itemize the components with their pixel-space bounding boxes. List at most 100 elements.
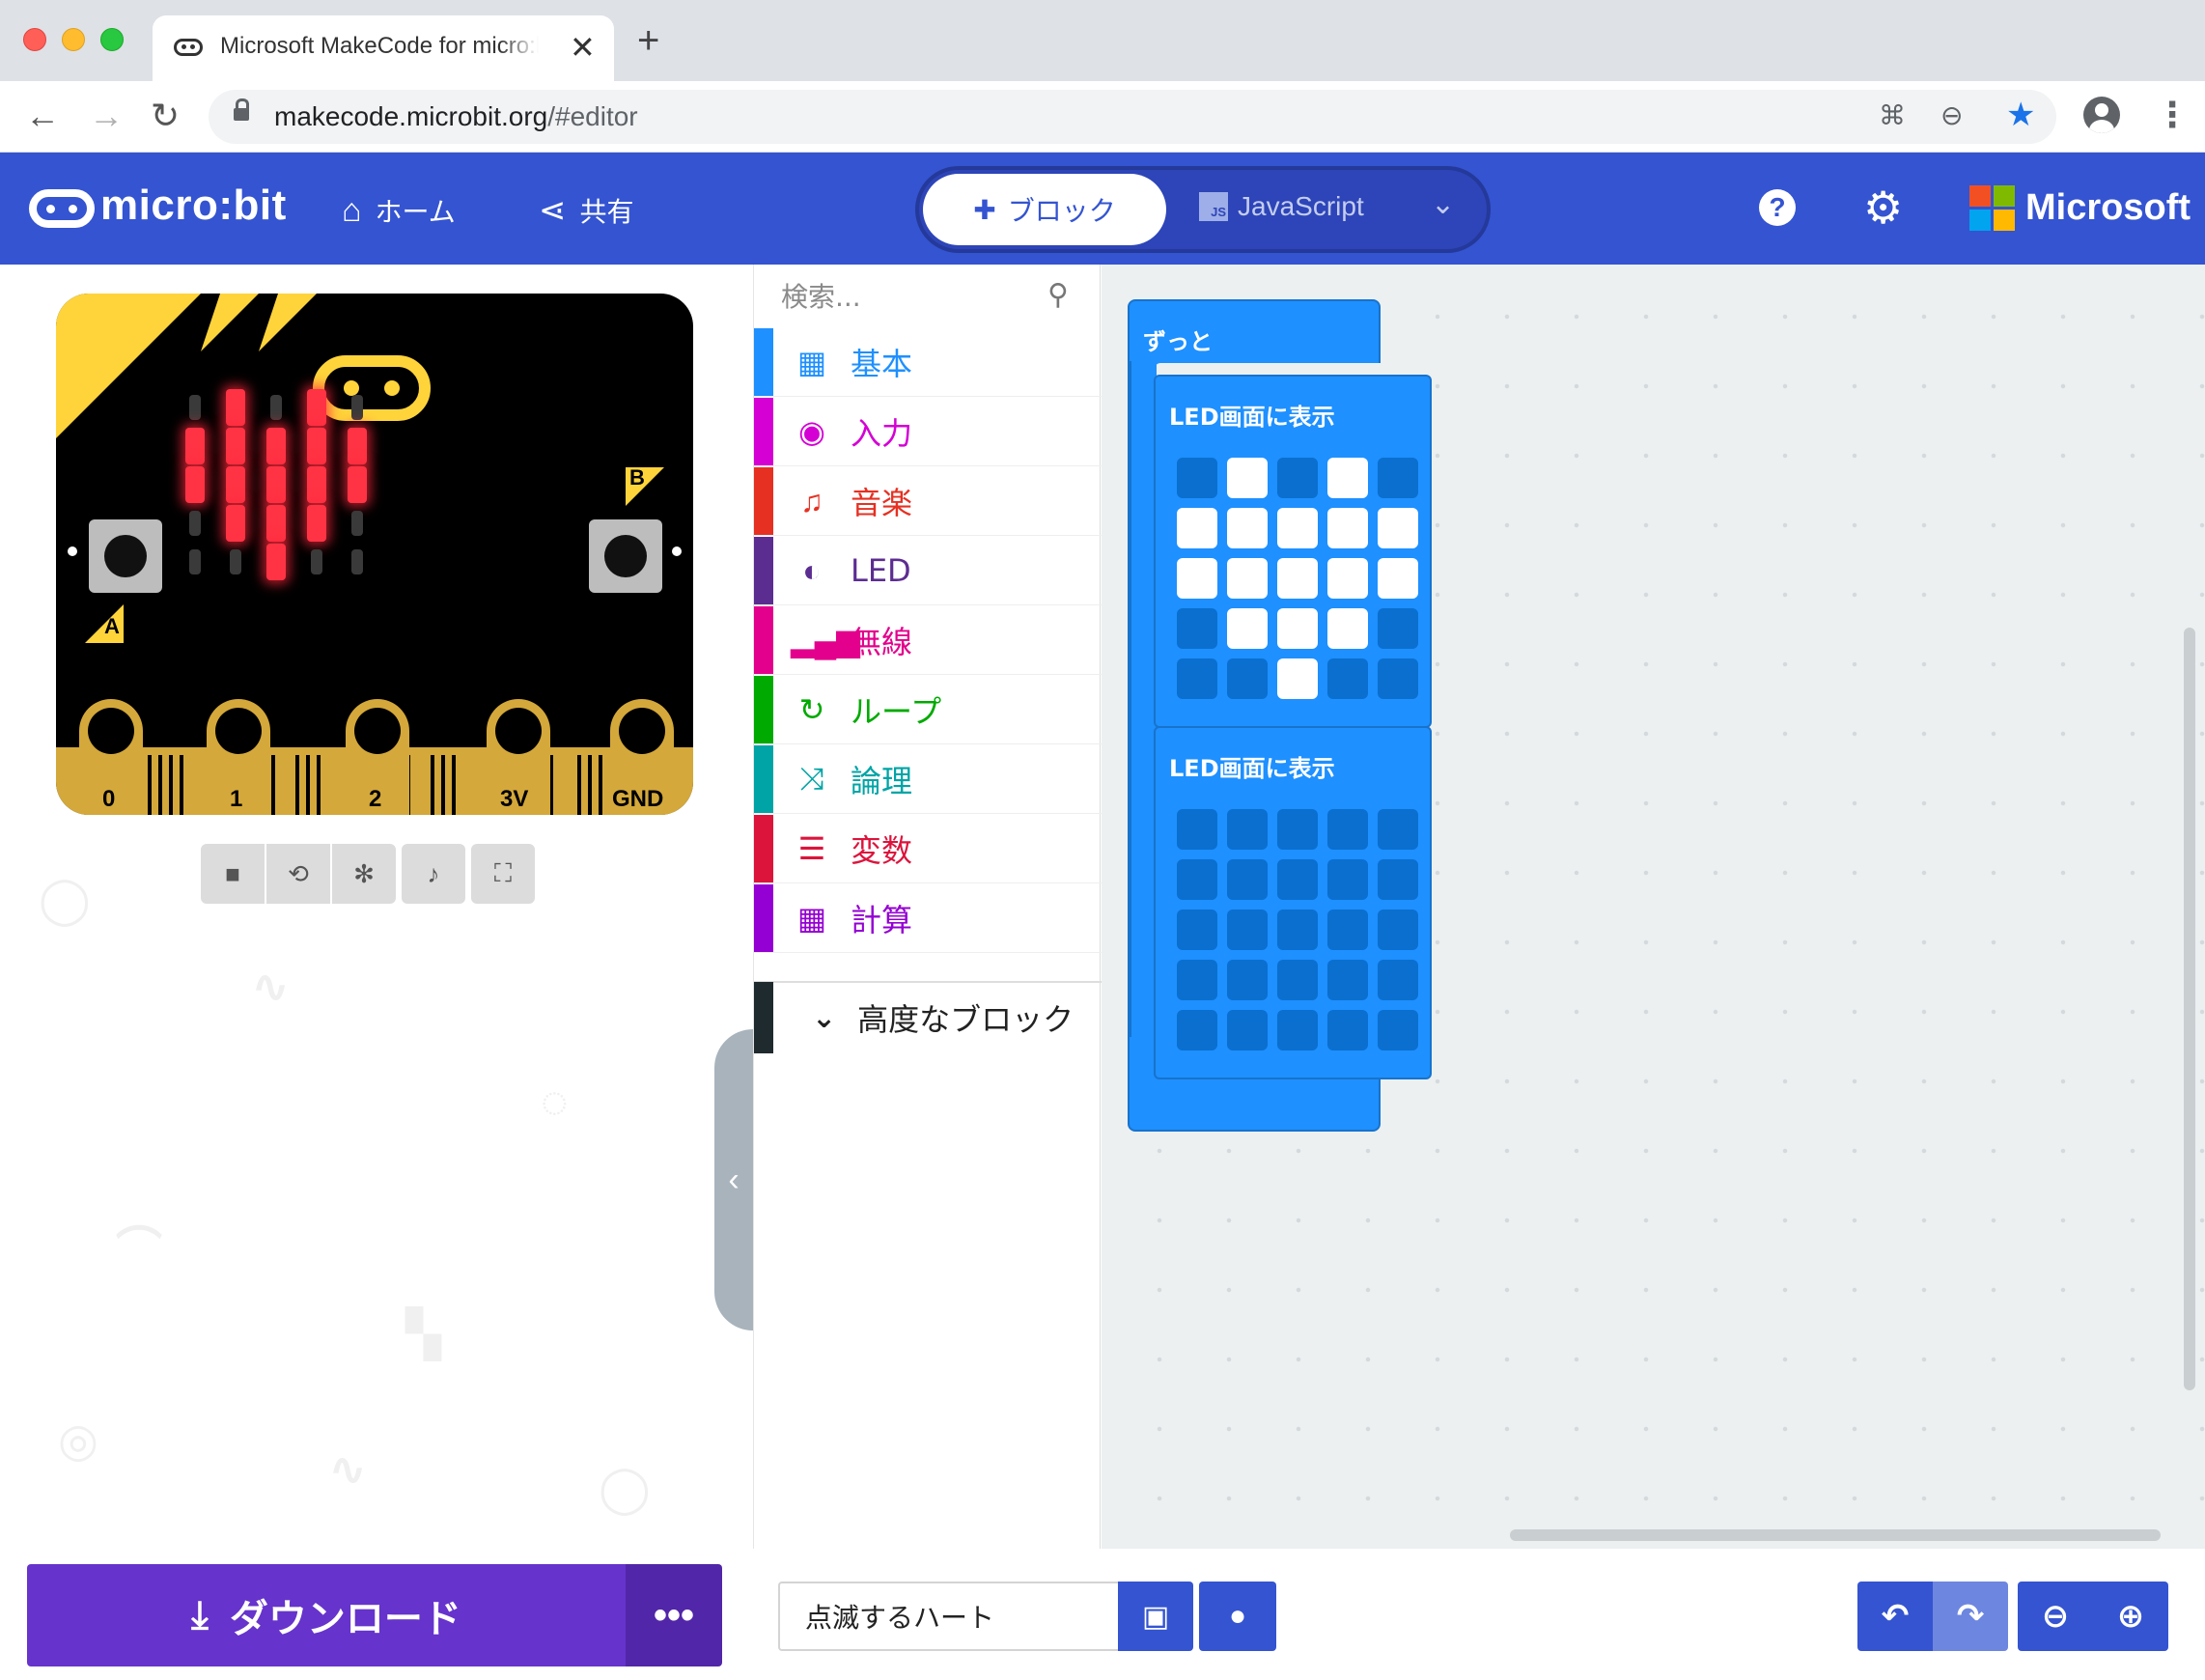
microsoft-brand-text[interactable]: Microsoft bbox=[2025, 187, 2191, 229]
led-toggle-cell[interactable] bbox=[1378, 508, 1418, 548]
led-toggle-cell[interactable] bbox=[1277, 1010, 1318, 1050]
microsoft-logo-icon[interactable] bbox=[1969, 185, 2016, 232]
led-toggle-cell[interactable] bbox=[1227, 859, 1268, 900]
tab-close-button[interactable]: ✕ bbox=[570, 29, 596, 66]
logo-text[interactable]: micro:bit bbox=[100, 182, 287, 230]
led-toggle-cell[interactable] bbox=[1378, 859, 1418, 900]
led-toggle-cell[interactable] bbox=[1277, 508, 1318, 548]
undo-button[interactable]: ↶ bbox=[1857, 1582, 1933, 1651]
led-toggle-cell[interactable] bbox=[1327, 809, 1368, 850]
blocks-workspace[interactable]: ずっと LED画面に表示 LED画面に表示 bbox=[1102, 265, 2205, 1549]
browser-menu-icon[interactable]: ⋮ bbox=[2155, 95, 2190, 135]
zoom-in-button[interactable]: ⊕ bbox=[2093, 1582, 2168, 1651]
save-button[interactable]: ▣ bbox=[1118, 1582, 1193, 1651]
led-toggle-cell[interactable] bbox=[1277, 558, 1318, 599]
redo-button[interactable]: ↷ bbox=[1933, 1582, 2008, 1651]
led-toggle-cell[interactable] bbox=[1177, 859, 1217, 900]
led-toggle-cell[interactable] bbox=[1378, 910, 1418, 950]
led-toggle-cell[interactable] bbox=[1177, 910, 1217, 950]
show-leds-block[interactable]: LED画面に表示 bbox=[1154, 726, 1432, 1079]
window-maximize-button[interactable] bbox=[100, 28, 124, 51]
led-toggle-cell[interactable] bbox=[1327, 658, 1368, 699]
tab-javascript[interactable]: JS JavaScript bbox=[1199, 191, 1364, 222]
new-tab-button[interactable]: + bbox=[637, 21, 659, 60]
led-toggle-cell[interactable] bbox=[1277, 960, 1318, 1000]
sim-button-b[interactable] bbox=[589, 519, 662, 593]
github-button[interactable]: ● bbox=[1199, 1582, 1276, 1651]
led-toggle-cell[interactable] bbox=[1177, 458, 1217, 498]
led-toggle-cell[interactable] bbox=[1378, 809, 1418, 850]
led-toggle-cell[interactable] bbox=[1227, 809, 1268, 850]
workspace-horizontal-scrollbar[interactable] bbox=[1510, 1529, 2161, 1541]
translate-icon[interactable]: ⌘ bbox=[1879, 99, 1906, 131]
fullscreen-icon[interactable]: ⛶ bbox=[471, 844, 535, 904]
led-toggle-cell[interactable] bbox=[1277, 859, 1318, 900]
led-toggle-cell[interactable] bbox=[1277, 608, 1318, 649]
led-toggle-cell[interactable] bbox=[1327, 910, 1368, 950]
help-icon[interactable]: ? bbox=[1759, 189, 1796, 226]
collapse-simulator-handle[interactable]: ‹ bbox=[714, 1029, 753, 1330]
led-toggle-cell[interactable] bbox=[1177, 508, 1217, 548]
led-toggle-cell[interactable] bbox=[1327, 1010, 1368, 1050]
led-toggle-cell[interactable] bbox=[1277, 910, 1318, 950]
category-item[interactable]: ↻ループ bbox=[754, 676, 1102, 744]
category-item[interactable]: ▦計算 bbox=[754, 884, 1102, 953]
led-toggle-cell[interactable] bbox=[1227, 658, 1268, 699]
led-toggle-cell[interactable] bbox=[1378, 558, 1418, 599]
search-icon[interactable]: ⚲ bbox=[1047, 278, 1069, 312]
advanced-blocks-toggle[interactable]: ⌄ 高度なブロック bbox=[754, 981, 1102, 1052]
led-toggle-cell[interactable] bbox=[1378, 658, 1418, 699]
led-toggle-cell[interactable] bbox=[1277, 809, 1318, 850]
led-toggle-cell[interactable] bbox=[1227, 608, 1268, 649]
led-toggle-cell[interactable] bbox=[1378, 608, 1418, 649]
led-toggle-cell[interactable] bbox=[1227, 558, 1268, 599]
led-toggle-cell[interactable] bbox=[1177, 809, 1217, 850]
bookmark-star-icon[interactable]: ★ bbox=[2006, 96, 2035, 134]
led-toggle-cell[interactable] bbox=[1327, 960, 1368, 1000]
led-toggle-cell[interactable] bbox=[1378, 458, 1418, 498]
category-item[interactable]: ◐LED bbox=[754, 537, 1102, 605]
chevron-down-icon[interactable]: ⌄ bbox=[1431, 187, 1455, 221]
led-toggle-cell[interactable] bbox=[1327, 608, 1368, 649]
download-more-button[interactable]: ••• bbox=[626, 1564, 722, 1666]
led-toggle-cell[interactable] bbox=[1227, 1010, 1268, 1050]
led-toggle-cell[interactable] bbox=[1177, 608, 1217, 649]
profile-icon[interactable] bbox=[2083, 97, 2120, 133]
led-toggle-cell[interactable] bbox=[1227, 910, 1268, 950]
led-toggle-cell[interactable] bbox=[1227, 458, 1268, 498]
category-item[interactable]: ☰変数 bbox=[754, 815, 1102, 883]
sim-button-a[interactable] bbox=[89, 519, 162, 593]
mute-icon[interactable]: ♪ bbox=[402, 844, 465, 904]
debug-icon[interactable]: ✻ bbox=[332, 844, 396, 904]
led-toggle-cell[interactable] bbox=[1177, 658, 1217, 699]
led-toggle-cell[interactable] bbox=[1378, 1010, 1418, 1050]
url-text[interactable]: makecode.microbit.org/#editor bbox=[274, 101, 638, 132]
restart-icon[interactable]: ⟲ bbox=[266, 844, 330, 904]
window-minimize-button[interactable] bbox=[62, 28, 85, 51]
tab-blocks[interactable]: ✚ ブロック bbox=[923, 174, 1166, 245]
zoom-icon[interactable]: ⊖ bbox=[1940, 99, 1963, 131]
project-name-input[interactable] bbox=[778, 1582, 1120, 1651]
zoom-out-button[interactable]: ⊖ bbox=[2018, 1582, 2093, 1651]
category-item[interactable]: ⤨論理 bbox=[754, 745, 1102, 814]
show-leds-block[interactable]: LED画面に表示 bbox=[1154, 375, 1432, 728]
forward-button[interactable]: → bbox=[89, 95, 124, 137]
category-item[interactable]: ◉入力 bbox=[754, 398, 1102, 466]
category-item[interactable]: ▂▄▆無線 bbox=[754, 606, 1102, 675]
led-toggle-cell[interactable] bbox=[1177, 558, 1217, 599]
back-button[interactable]: ← bbox=[25, 95, 60, 137]
led-toggle-cell[interactable] bbox=[1327, 508, 1368, 548]
led-toggle-cell[interactable] bbox=[1327, 859, 1368, 900]
stop-icon[interactable]: ■ bbox=[201, 844, 265, 904]
gear-icon[interactable]: ⚙ bbox=[1863, 182, 1903, 234]
address-bar[interactable]: makecode.microbit.org/#editor ⌘ ⊖ ★ bbox=[209, 90, 2056, 144]
microbit-logo-icon[interactable] bbox=[29, 189, 95, 228]
download-button[interactable]: ⤓ ダウンロード bbox=[27, 1564, 626, 1666]
share-button[interactable]: ⋖ 共有 bbox=[539, 191, 634, 230]
workspace-vertical-scrollbar[interactable] bbox=[2184, 628, 2195, 1390]
reload-button[interactable]: ↻ bbox=[151, 95, 180, 137]
led-toggle-cell[interactable] bbox=[1277, 658, 1318, 699]
led-toggle-cell[interactable] bbox=[1327, 458, 1368, 498]
home-button[interactable]: ⌂ ホーム bbox=[342, 191, 456, 230]
led-toggle-cell[interactable] bbox=[1227, 508, 1268, 548]
